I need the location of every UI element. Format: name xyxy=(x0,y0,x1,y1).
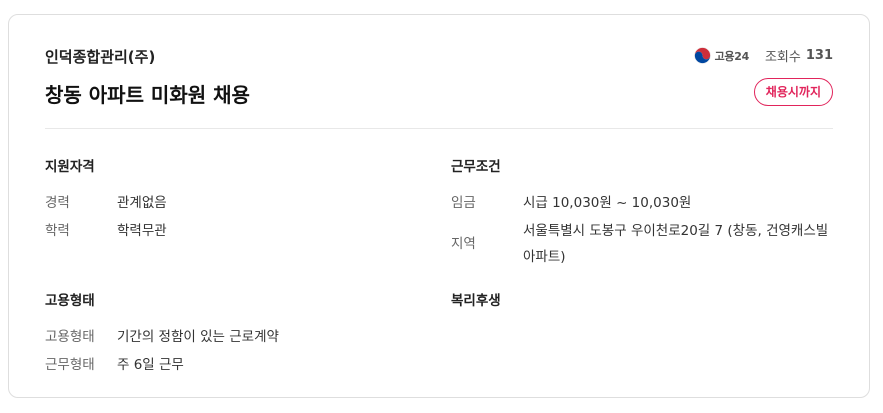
section-title: 복리후생 xyxy=(451,293,501,309)
deadline-badge: 채용시까지 xyxy=(753,78,833,106)
taegeuk-logo-icon xyxy=(693,47,711,64)
info-row: 고용형태 기간의 정함이 있는 근로계약 xyxy=(45,324,435,350)
job-title: 창동 아파트 미화원 채용 xyxy=(45,83,250,107)
posting-meta: 고용24 조회수 131 xyxy=(693,46,833,65)
employment-section: 고용형태 고용형태 기간의 정함이 있는 근로계약 근무형태 주 6일 근무 xyxy=(45,289,435,378)
row-value: 관계없음 xyxy=(117,195,167,211)
row-value: 기간의 정함이 있는 근로계약 xyxy=(117,329,279,345)
source-name: 고용24 xyxy=(714,49,750,63)
row-value: 학력무관 xyxy=(117,223,167,239)
qualification-section: 지원자격 경력 관계없음 학력 학력무관 xyxy=(45,155,435,244)
benefits-section: 복리후생 xyxy=(451,289,841,324)
info-row: 근무형태 주 6일 근무 xyxy=(45,352,435,378)
row-label: 임금 xyxy=(451,195,476,211)
info-row: 지역 서울특별시 도봉구 우이천로20길 7 (창동, 건영캐스빌 아파트) xyxy=(451,218,841,270)
row-label: 지역 xyxy=(451,236,476,252)
row-value: 시급 10,030원 ~ 10,030원 xyxy=(523,195,692,211)
row-label: 근무형태 xyxy=(45,357,95,373)
row-label: 학력 xyxy=(45,223,70,239)
conditions-section: 근무조건 임금 시급 10,030원 ~ 10,030원 지역 서울특별시 도봉… xyxy=(451,155,841,270)
row-value: 주 6일 근무 xyxy=(117,357,184,373)
views-label: 조회수 xyxy=(764,50,801,65)
row-label: 경력 xyxy=(45,195,70,211)
info-row: 임금 시급 10,030원 ~ 10,030원 xyxy=(451,190,841,216)
header-divider xyxy=(45,128,833,129)
section-title: 지원자격 xyxy=(45,159,95,175)
company-name: 인덕종합관리(주) xyxy=(45,48,156,66)
row-value: 서울특별시 도봉구 우이천로20길 7 (창동, 건영캐스빌 아파트) xyxy=(523,223,829,265)
row-label: 고용형태 xyxy=(45,329,95,345)
views-count: 131 xyxy=(805,48,833,63)
source-badge: 고용24 xyxy=(693,47,750,64)
job-posting-card[interactable]: 인덕종합관리(주) 창동 아파트 미화원 채용 고용24 조회수 131 채용시… xyxy=(8,14,870,398)
info-row: 학력 학력무관 xyxy=(45,218,435,244)
section-title: 고용형태 xyxy=(45,293,95,309)
section-title: 근무조건 xyxy=(451,159,501,175)
info-row: 경력 관계없음 xyxy=(45,190,435,216)
